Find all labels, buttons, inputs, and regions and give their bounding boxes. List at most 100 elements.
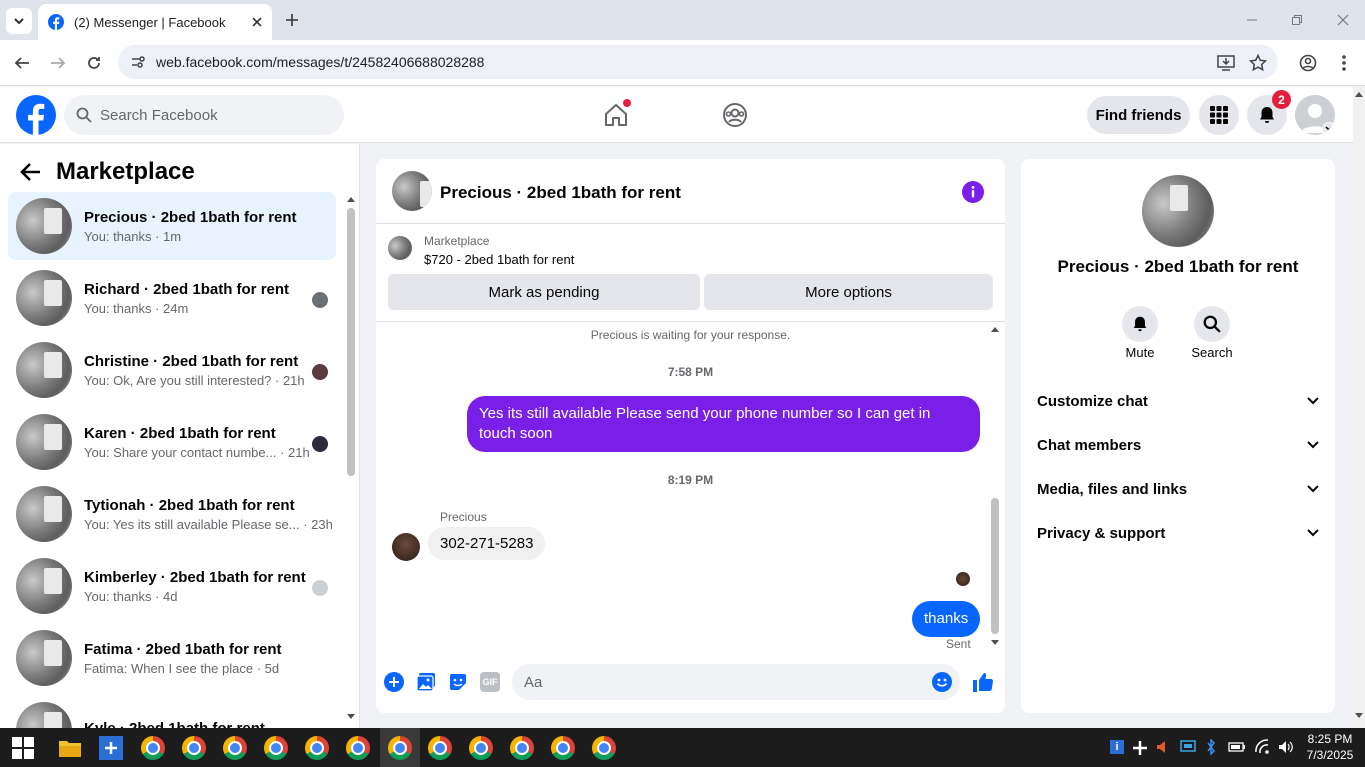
conversation-item[interactable]: Tytionah · 2bed 1bath for rent You: Yes i… — [8, 480, 336, 548]
search-in-conversation-button[interactable] — [1194, 306, 1230, 342]
chrome-taskbar-button[interactable] — [507, 733, 537, 763]
page-scrollbar[interactable] — [1353, 87, 1365, 728]
sidebar-scrollbar[interactable] — [346, 194, 356, 724]
bookmark-button[interactable] — [1246, 51, 1270, 75]
new-tab-button[interactable] — [280, 8, 304, 32]
tray-display-icon[interactable] — [1180, 740, 1196, 754]
bell-icon — [1133, 316, 1147, 332]
close-window-button[interactable] — [1331, 8, 1355, 32]
back-button[interactable] — [10, 51, 34, 75]
file-explorer-button[interactable] — [55, 733, 85, 763]
conversation-item[interactable]: Christine · 2bed 1bath for rent You: Ok, … — [8, 336, 336, 404]
system-clock[interactable]: 8:25 PM 7/3/2025 — [1300, 731, 1360, 763]
back-arrow-icon[interactable] — [20, 162, 42, 182]
conversation-item[interactable]: Kimberley · 2bed 1bath for rent You: than… — [8, 552, 336, 620]
volume-icon[interactable] — [1278, 740, 1294, 754]
groups-nav-button[interactable] — [719, 99, 751, 131]
restore-window-button[interactable] — [1285, 8, 1309, 32]
restore-icon — [1292, 15, 1302, 25]
install-icon — [1217, 55, 1235, 71]
marketplace-conversation-list: Marketplace Precious · 2bed 1bath for re… — [0, 144, 360, 728]
incoming-message[interactable]: 302-271-5283 — [428, 527, 546, 560]
chrome-taskbar-button[interactable] — [302, 733, 332, 763]
gallery-icon[interactable] — [416, 672, 436, 692]
chat-scrollbar[interactable] — [990, 324, 1000, 650]
thumbs-up-icon[interactable] — [972, 671, 994, 693]
sticker-icon[interactable] — [448, 672, 468, 692]
chrome-taskbar-button[interactable] — [589, 733, 619, 763]
browser-tab[interactable]: (2) Messenger | Facebook — [38, 4, 272, 40]
conversation-item[interactable]: Richard · 2bed 1bath for rent You: thanks… — [8, 264, 336, 332]
close-tab-icon[interactable] — [252, 17, 262, 27]
taskbar-app-plus[interactable] — [96, 733, 126, 763]
conversation-item[interactable]: Kyle · 2bed 1bath for rent — [8, 696, 336, 728]
mark-as-pending-button[interactable]: Mark as pending — [388, 274, 700, 310]
battery-icon[interactable] — [1228, 741, 1246, 753]
facebook-search-input[interactable]: Search Facebook — [64, 95, 344, 135]
chat-avatar[interactable] — [392, 171, 432, 211]
info-avatar[interactable] — [1142, 175, 1214, 247]
listing-title[interactable]: $720 - 2bed 1bath for rent — [424, 252, 574, 267]
message-input[interactable]: Aa — [512, 664, 960, 700]
more-options-button[interactable]: More options — [704, 274, 993, 310]
read-receipt-avatar — [312, 292, 328, 308]
privacy-support-section[interactable]: Privacy & support — [1037, 515, 1319, 551]
menu-button[interactable] — [1199, 95, 1239, 135]
install-app-button[interactable] — [1214, 51, 1238, 75]
mute-button[interactable] — [1122, 306, 1158, 342]
chrome-taskbar-button[interactable] — [220, 733, 250, 763]
minimize-window-button[interactable] — [1240, 8, 1264, 32]
forward-button[interactable] — [46, 51, 70, 75]
chrome-taskbar-button[interactable] — [343, 733, 373, 763]
chrome-taskbar-button[interactable] — [179, 733, 209, 763]
chrome-icon — [182, 736, 206, 760]
conversation-item[interactable]: Karen · 2bed 1bath for rent You: Share yo… — [8, 408, 336, 476]
start-button[interactable] — [8, 733, 38, 763]
media-files-links-section[interactable]: Media, files and links — [1037, 471, 1319, 507]
search-placeholder: Search Facebook — [100, 106, 218, 124]
reload-button[interactable] — [82, 51, 106, 75]
clock-date: 7/3/2025 — [1306, 748, 1354, 762]
chrome-taskbar-button[interactable] — [548, 733, 578, 763]
scrollbar-thumb[interactable] — [347, 208, 355, 476]
facebook-logo-icon[interactable] — [16, 95, 56, 135]
home-nav-button[interactable] — [600, 99, 632, 131]
bluetooth-icon[interactable] — [1206, 739, 1216, 755]
emoji-icon[interactable] — [932, 672, 952, 692]
profile-button[interactable] — [1296, 51, 1320, 75]
scroll-down-icon — [347, 714, 355, 719]
sender-avatar[interactable] — [392, 533, 420, 561]
outgoing-message[interactable]: Yes its still available Please send your… — [467, 396, 980, 452]
plus-circle-icon[interactable] — [384, 672, 404, 692]
outgoing-message[interactable]: thanks — [912, 601, 981, 637]
chrome-taskbar-button[interactable] — [261, 733, 291, 763]
conversation-item[interactable]: Fatima · 2bed 1bath for rent Fatima: When… — [8, 624, 336, 692]
listing-thumbnail[interactable] — [388, 236, 412, 260]
wifi-icon[interactable] — [1254, 739, 1270, 755]
tray-info-icon[interactable]: i — [1110, 740, 1124, 754]
gif-icon[interactable]: GIF — [480, 672, 500, 692]
tray-muted-speaker-icon[interactable] — [1156, 740, 1170, 754]
chrome-icon — [305, 736, 329, 760]
tray-plus-icon[interactable] — [1132, 740, 1148, 756]
chrome-taskbar-button-active[interactable] — [380, 728, 420, 767]
scrollbar-thumb[interactable] — [991, 498, 999, 634]
site-info-icon[interactable] — [130, 54, 146, 70]
chrome-taskbar-button[interactable] — [466, 733, 496, 763]
notifications-button[interactable]: 2 — [1247, 90, 1291, 135]
url-input[interactable]: web.facebook.com/messages/t/245824066880… — [118, 45, 1278, 79]
chat-title[interactable]: Precious · 2bed 1bath for rent — [440, 183, 681, 203]
info-icon[interactable] — [962, 181, 984, 203]
customize-chat-section[interactable]: Customize chat — [1037, 383, 1319, 419]
browser-menu-button[interactable] — [1332, 51, 1356, 75]
tab-search-button[interactable] — [6, 8, 32, 34]
chrome-taskbar-button[interactable] — [138, 733, 168, 763]
conversation-item[interactable]: Precious · 2bed 1bath for rent You: thank… — [8, 192, 336, 260]
find-friends-button[interactable]: Find friends — [1087, 96, 1190, 134]
windows-taskbar: i 8:25 PM 7/3/2025 — [0, 728, 1365, 767]
conversation-name: Fatima · 2bed 1bath for rent — [84, 640, 282, 658]
chat-members-section[interactable]: Chat members — [1037, 427, 1319, 463]
chrome-taskbar-button[interactable] — [425, 733, 455, 763]
section-label: Media, files and links — [1037, 480, 1188, 498]
account-avatar-button[interactable] — [1295, 95, 1335, 135]
